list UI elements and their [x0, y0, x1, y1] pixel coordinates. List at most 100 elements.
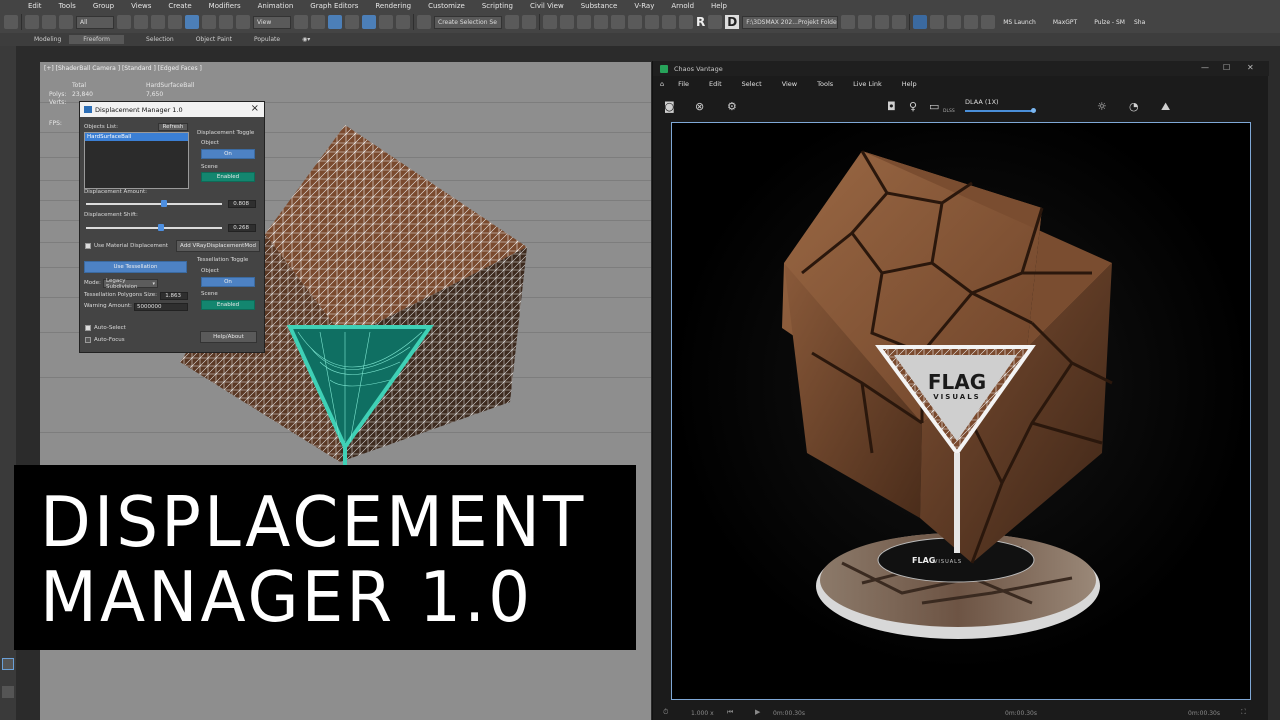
auto-focus-checkbox[interactable]	[85, 337, 91, 343]
weather-icon[interactable]: ☼	[1097, 100, 1107, 113]
vantage-titlebar[interactable]: Chaos Vantage — ☐ ✕	[653, 61, 1269, 76]
rewind-icon[interactable]: ⏮	[727, 708, 733, 717]
materials-icon[interactable]: ⊗	[695, 100, 704, 113]
pulze-sm-button[interactable]: Pulze - SM	[1094, 19, 1125, 26]
vantage-menu-tools[interactable]: Tools	[817, 80, 833, 88]
menu-graph-editors[interactable]: Graph Editors	[310, 2, 358, 10]
ribbon-toggle-icon[interactable]	[577, 15, 591, 29]
vantage-menu-help[interactable]: Help	[902, 80, 917, 88]
settings-gear-icon[interactable]: ⚙	[727, 100, 737, 113]
rectangular-selection-icon[interactable]	[151, 15, 165, 29]
menu-help[interactable]: Help	[711, 2, 727, 10]
circle-tool-icon[interactable]	[964, 15, 979, 29]
project-folder-icon[interactable]	[841, 15, 856, 29]
list-item[interactable]: HardSurfaceBall	[85, 133, 188, 141]
displacement-scene-enabled-button[interactable]: Enabled	[201, 172, 255, 182]
menu-customize[interactable]: Customize	[428, 2, 465, 10]
close-icon[interactable]: ✕	[1247, 63, 1254, 72]
reference-coordinate-dropdown[interactable]: View	[253, 15, 291, 29]
render-production-icon[interactable]	[679, 15, 693, 29]
close-icon[interactable]: ×	[251, 103, 259, 114]
layer-explorer-icon[interactable]	[560, 15, 574, 29]
menu-civil-view[interactable]: Civil View	[530, 2, 564, 10]
menu-arnold[interactable]: Arnold	[671, 2, 694, 10]
mirror-icon[interactable]	[505, 15, 519, 29]
render-setup-icon[interactable]	[645, 15, 659, 29]
tab-object-paint[interactable]: Object Paint	[196, 36, 232, 43]
objects-list[interactable]: HardSurfaceBall	[84, 132, 189, 189]
tab-populate[interactable]: Populate	[254, 36, 280, 43]
menu-rendering[interactable]: Rendering	[375, 2, 411, 10]
use-material-displacement-checkbox[interactable]	[85, 243, 91, 249]
vantage-menu-view[interactable]: View	[782, 80, 797, 88]
select-and-move-icon[interactable]	[185, 15, 199, 29]
select-by-name-icon[interactable]	[134, 15, 148, 29]
select-and-rotate-icon[interactable]	[202, 15, 216, 29]
ms-launch-icon[interactable]	[981, 15, 996, 29]
add-vray-displacement-mod-button[interactable]: Add VRayDisplacementMod	[176, 240, 260, 252]
refresh-button[interactable]: Refresh	[158, 123, 188, 131]
schematic-view-icon[interactable]	[611, 15, 625, 29]
keyboard-shortcut-override-icon[interactable]	[328, 15, 342, 29]
pivot-center-icon[interactable]	[294, 15, 308, 29]
select-and-place-icon[interactable]	[236, 15, 250, 29]
angle-snap-icon[interactable]	[362, 15, 376, 29]
home-icon[interactable]: ⌂	[660, 80, 664, 88]
scene-explorer-icon[interactable]	[543, 15, 557, 29]
tessellation-object-on-button[interactable]: On	[201, 277, 255, 287]
displacement-shift-slider-knob[interactable]	[157, 224, 164, 231]
vantage-menu-select[interactable]: Select	[742, 80, 762, 88]
badge-icon[interactable]	[947, 15, 962, 29]
vantage-menu-edit[interactable]: Edit	[709, 80, 722, 88]
window-crossing-icon[interactable]	[168, 15, 182, 29]
playback-speed[interactable]: 1.000 x	[691, 710, 714, 717]
spinner-snap-icon[interactable]	[396, 15, 410, 29]
project-folder-dropdown[interactable]: F:\3DSMAX 202...Projekt Folde	[742, 15, 839, 29]
redo-icon[interactable]	[4, 15, 18, 29]
rendered-frame-window-icon[interactable]	[662, 15, 676, 29]
viewport-layout-button[interactable]	[2, 658, 14, 670]
unlink-icon[interactable]	[42, 15, 56, 29]
displacement-amount-spinner[interactable]: 0.808	[228, 200, 256, 208]
tessellation-polygon-size-spinner[interactable]: 1.863	[160, 292, 188, 300]
menu-create[interactable]: Create	[168, 2, 191, 10]
displacement-amount-slider[interactable]	[86, 203, 222, 205]
tessellation-scene-enabled-button[interactable]: Enabled	[201, 300, 255, 310]
vantage-render-viewport[interactable]: FLAG VISUALS FLAG VISUALS	[671, 122, 1251, 700]
maxgpt-button[interactable]: MaxGPT	[1053, 19, 1077, 26]
select-and-scale-icon[interactable]	[219, 15, 233, 29]
displacement-shift-spinner[interactable]: 0.268	[228, 224, 256, 232]
play-icon[interactable]: ▶	[755, 708, 760, 716]
menu-animation[interactable]: Animation	[258, 2, 294, 10]
use-tessellation-button[interactable]: Use Tessellation	[84, 261, 187, 273]
quality-slider-knob[interactable]	[1031, 108, 1036, 113]
screenshot-icon[interactable]: ◙	[664, 100, 675, 113]
save-icon[interactable]	[913, 15, 928, 29]
menu-substance[interactable]: Substance	[581, 2, 618, 10]
vantage-menu-file[interactable]: File	[678, 80, 689, 88]
percent-snap-icon[interactable]	[379, 15, 393, 29]
vray-d-icon[interactable]: D	[725, 15, 740, 29]
menu-scripting[interactable]: Scripting	[482, 2, 513, 10]
displacement-shift-slider[interactable]	[86, 227, 222, 229]
ms-launch-button[interactable]: MS Launch	[1003, 19, 1036, 26]
minimize-icon[interactable]: —	[1201, 63, 1209, 72]
select-object-icon[interactable]	[117, 15, 131, 29]
link-icon[interactable]	[25, 15, 39, 29]
menu-vray[interactable]: V-Ray	[634, 2, 654, 10]
display-icon[interactable]: ▭	[929, 100, 939, 113]
fullscreen-icon[interactable]: ⛶	[1241, 708, 1246, 717]
menu-modifiers[interactable]: Modifiers	[209, 2, 241, 10]
vray-frame-buffer-icon[interactable]	[708, 15, 723, 29]
tab-selection[interactable]: Selection	[146, 36, 174, 43]
selection-filter-dropdown[interactable]: All	[76, 15, 114, 29]
sha-button[interactable]: Sha	[1134, 19, 1145, 26]
vantage-menu-live-link[interactable]: Live Link	[853, 80, 882, 88]
ribbon-options-icon[interactable]: ◉▾	[302, 36, 310, 43]
edit-named-selection-icon[interactable]	[417, 15, 431, 29]
snaps-toggle-icon[interactable]	[345, 15, 359, 29]
displacement-object-on-button[interactable]: On	[201, 149, 255, 159]
named-selection-sets-dropdown[interactable]: Create Selection Se	[434, 15, 502, 29]
align-icon[interactable]	[522, 15, 536, 29]
dialog-titlebar[interactable]: Displacement Manager 1.0 ×	[80, 102, 264, 117]
